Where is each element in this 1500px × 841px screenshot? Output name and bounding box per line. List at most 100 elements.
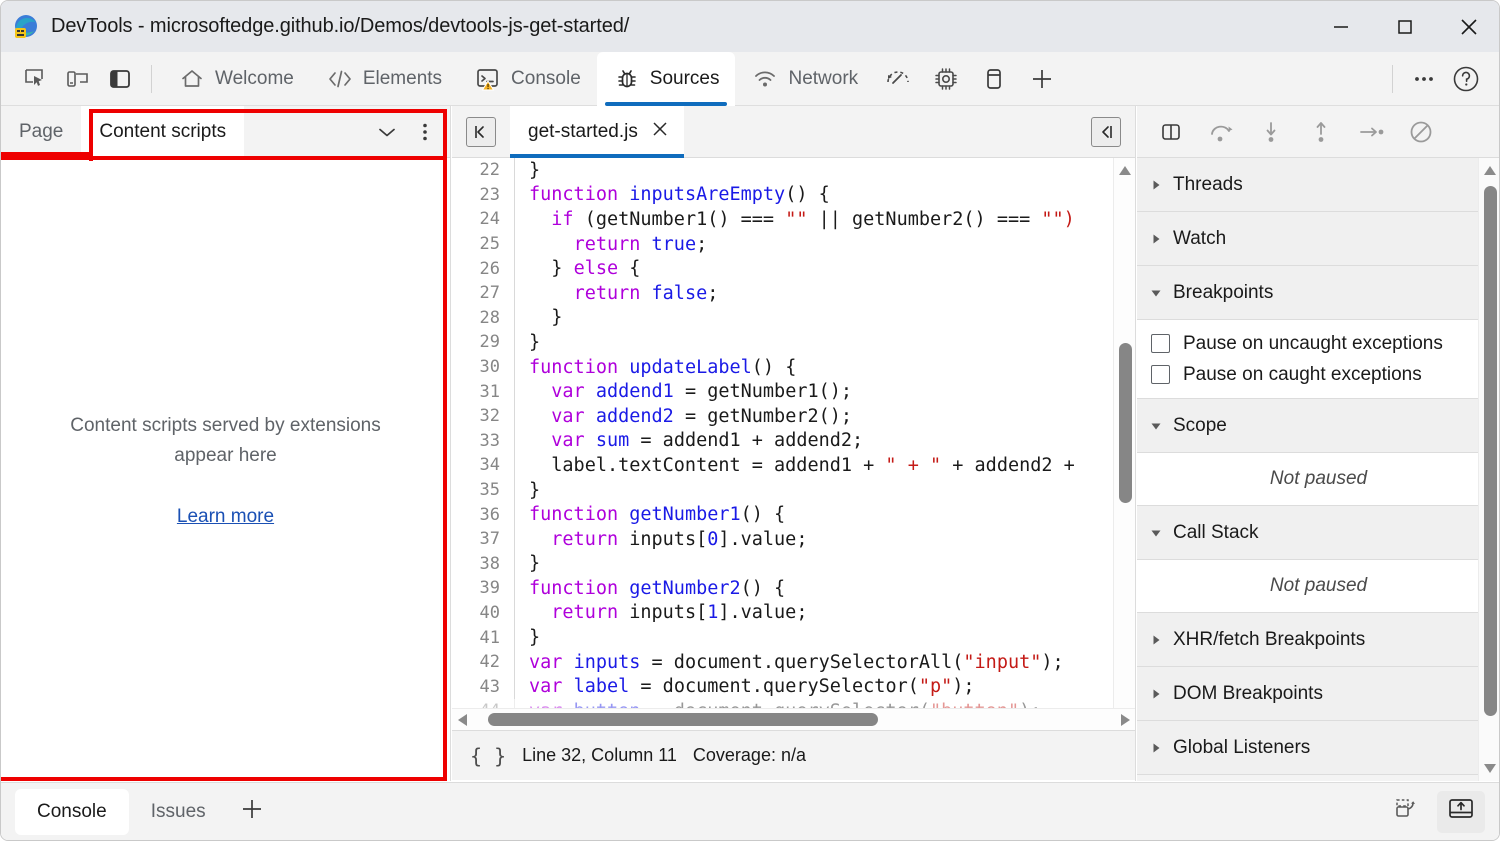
- tab-label: Console: [511, 68, 581, 90]
- navigate-back-icon[interactable]: [466, 117, 496, 147]
- more-options-icon[interactable]: [406, 113, 444, 151]
- drawer-add-tab-button[interactable]: [228, 789, 276, 835]
- navigator-tabs: Page Content scripts: [1, 106, 450, 158]
- line-number[interactable]: 29: [452, 332, 514, 352]
- line-number[interactable]: 39: [452, 578, 514, 598]
- line-number[interactable]: 42: [452, 652, 514, 672]
- line-number[interactable]: 22: [452, 160, 514, 180]
- line-number[interactable]: 28: [452, 308, 514, 328]
- scroll-up-arrow[interactable]: [1479, 160, 1500, 182]
- toolbar-divider-right: [1392, 65, 1393, 93]
- line-number[interactable]: 32: [452, 406, 514, 426]
- line-number[interactable]: 34: [452, 455, 514, 475]
- tab-sources[interactable]: Sources: [597, 52, 736, 106]
- maximize-button[interactable]: [1373, 1, 1437, 52]
- chevron-down-icon[interactable]: [368, 113, 406, 151]
- more-options-icon[interactable]: [1403, 58, 1445, 100]
- screenshot-button[interactable]: [1383, 791, 1431, 833]
- line-number[interactable]: 35: [452, 480, 514, 500]
- section-threads[interactable]: Threads: [1137, 158, 1500, 212]
- add-tab-button[interactable]: [1018, 52, 1066, 106]
- scroll-up-arrow[interactable]: [1114, 160, 1135, 182]
- step-out-icon[interactable]: [1299, 112, 1343, 152]
- scroll-right-arrow[interactable]: [1114, 709, 1135, 731]
- tab-memory[interactable]: [922, 52, 970, 106]
- line-number[interactable]: 40: [452, 603, 514, 623]
- help-icon[interactable]: [1445, 58, 1487, 100]
- scroll-left-arrow[interactable]: [452, 709, 474, 731]
- debugger-scroll-thumb[interactable]: [1484, 186, 1497, 716]
- line-number[interactable]: 27: [452, 283, 514, 303]
- tab-application[interactable]: [970, 52, 1018, 106]
- pause-uncaught-exceptions-row[interactable]: Pause on uncaught exceptions: [1137, 328, 1500, 359]
- drawer-tab-label: Issues: [151, 801, 206, 823]
- line-number[interactable]: 25: [452, 234, 514, 254]
- tab-console[interactable]: Console: [458, 52, 597, 106]
- line-code: function getNumber2() {: [515, 578, 785, 599]
- debugger-scrollbar[interactable]: [1478, 158, 1500, 781]
- tab-welcome[interactable]: Welcome: [162, 52, 310, 106]
- pretty-print-icon[interactable]: { }: [470, 744, 506, 768]
- tab-network[interactable]: Network: [735, 52, 874, 106]
- learn-more-link[interactable]: Learn more: [177, 506, 274, 528]
- step-into-icon[interactable]: [1249, 112, 1293, 152]
- inspect-element-icon[interactable]: [15, 58, 57, 100]
- deactivate-breakpoints-icon[interactable]: [1399, 112, 1443, 152]
- step-icon[interactable]: [1349, 112, 1393, 152]
- checkbox-label: Pause on uncaught exceptions: [1183, 333, 1443, 355]
- code-line: 30function updateLabel() {: [452, 355, 1075, 380]
- line-number[interactable]: 43: [452, 677, 514, 697]
- h-scroll-thumb[interactable]: [488, 713, 878, 726]
- tab-performance[interactable]: [874, 52, 922, 106]
- line-number[interactable]: 37: [452, 529, 514, 549]
- drawer-tab-issues[interactable]: Issues: [129, 789, 228, 835]
- panel-layout-icon[interactable]: [99, 58, 141, 100]
- navigator-tab-content-scripts[interactable]: Content scripts: [81, 106, 244, 158]
- drawer-tab-console[interactable]: Console: [15, 789, 129, 835]
- section-call-stack[interactable]: Call Stack: [1137, 506, 1500, 560]
- close-icon[interactable]: [650, 119, 670, 144]
- code-editor[interactable]: 22}23function inputsAreEmpty() {24 if (g…: [452, 158, 1135, 730]
- editor-vertical-scrollbar[interactable]: [1113, 158, 1135, 730]
- h-scroll-track[interactable]: [474, 709, 1114, 731]
- minimize-button[interactable]: [1309, 1, 1373, 52]
- section-dom-breakpoints[interactable]: DOM Breakpoints: [1137, 667, 1500, 721]
- step-over-icon[interactable]: [1199, 112, 1243, 152]
- line-number[interactable]: 38: [452, 554, 514, 574]
- checkbox[interactable]: [1151, 365, 1170, 384]
- line-number[interactable]: 30: [452, 357, 514, 377]
- line-number[interactable]: 23: [452, 185, 514, 205]
- checkbox[interactable]: [1151, 334, 1170, 353]
- line-number[interactable]: 33: [452, 431, 514, 451]
- section-xhr-fetch-breakpoints[interactable]: XHR/fetch Breakpoints: [1137, 613, 1500, 667]
- code-line: 41}: [452, 625, 1075, 650]
- collapse-sidebar-icon[interactable]: [1091, 117, 1121, 147]
- scroll-down-arrow[interactable]: [1479, 757, 1500, 779]
- code-line: 26 } else {: [452, 256, 1075, 281]
- pause-script-icon[interactable]: [1149, 112, 1193, 152]
- dock-side-button[interactable]: [1437, 791, 1485, 833]
- title-bar: DevTools - microsoftedge.github.io/Demos…: [1, 1, 1500, 52]
- code-line: 24 if (getNumber1() === "" || getNumber2…: [452, 207, 1075, 232]
- console-icon: [474, 65, 502, 93]
- scope-empty-text: Not paused: [1137, 453, 1500, 505]
- device-emulation-icon[interactable]: [57, 58, 99, 100]
- pause-caught-exceptions-row[interactable]: Pause on caught exceptions: [1137, 359, 1500, 390]
- section-breakpoints[interactable]: Breakpoints: [1137, 266, 1500, 320]
- close-button[interactable]: [1437, 1, 1500, 52]
- section-scope[interactable]: Scope: [1137, 399, 1500, 453]
- line-number[interactable]: 36: [452, 505, 514, 525]
- line-number[interactable]: 24: [452, 209, 514, 229]
- section-watch[interactable]: Watch: [1137, 212, 1500, 266]
- section-global-listeners[interactable]: Global Listeners: [1137, 721, 1500, 775]
- line-number[interactable]: 26: [452, 259, 514, 279]
- add-tab-icon: [1028, 65, 1056, 93]
- line-number[interactable]: 41: [452, 628, 514, 648]
- line-number[interactable]: 31: [452, 382, 514, 402]
- editor-horizontal-scrollbar[interactable]: [452, 708, 1135, 730]
- tab-elements[interactable]: Elements: [310, 52, 458, 106]
- editor-tab-get-started-js[interactable]: get-started.js: [510, 106, 684, 158]
- line-code: return inputs[1].value;: [515, 602, 807, 623]
- navigator-tab-page[interactable]: Page: [1, 106, 81, 158]
- editor-scroll-thumb[interactable]: [1119, 343, 1132, 503]
